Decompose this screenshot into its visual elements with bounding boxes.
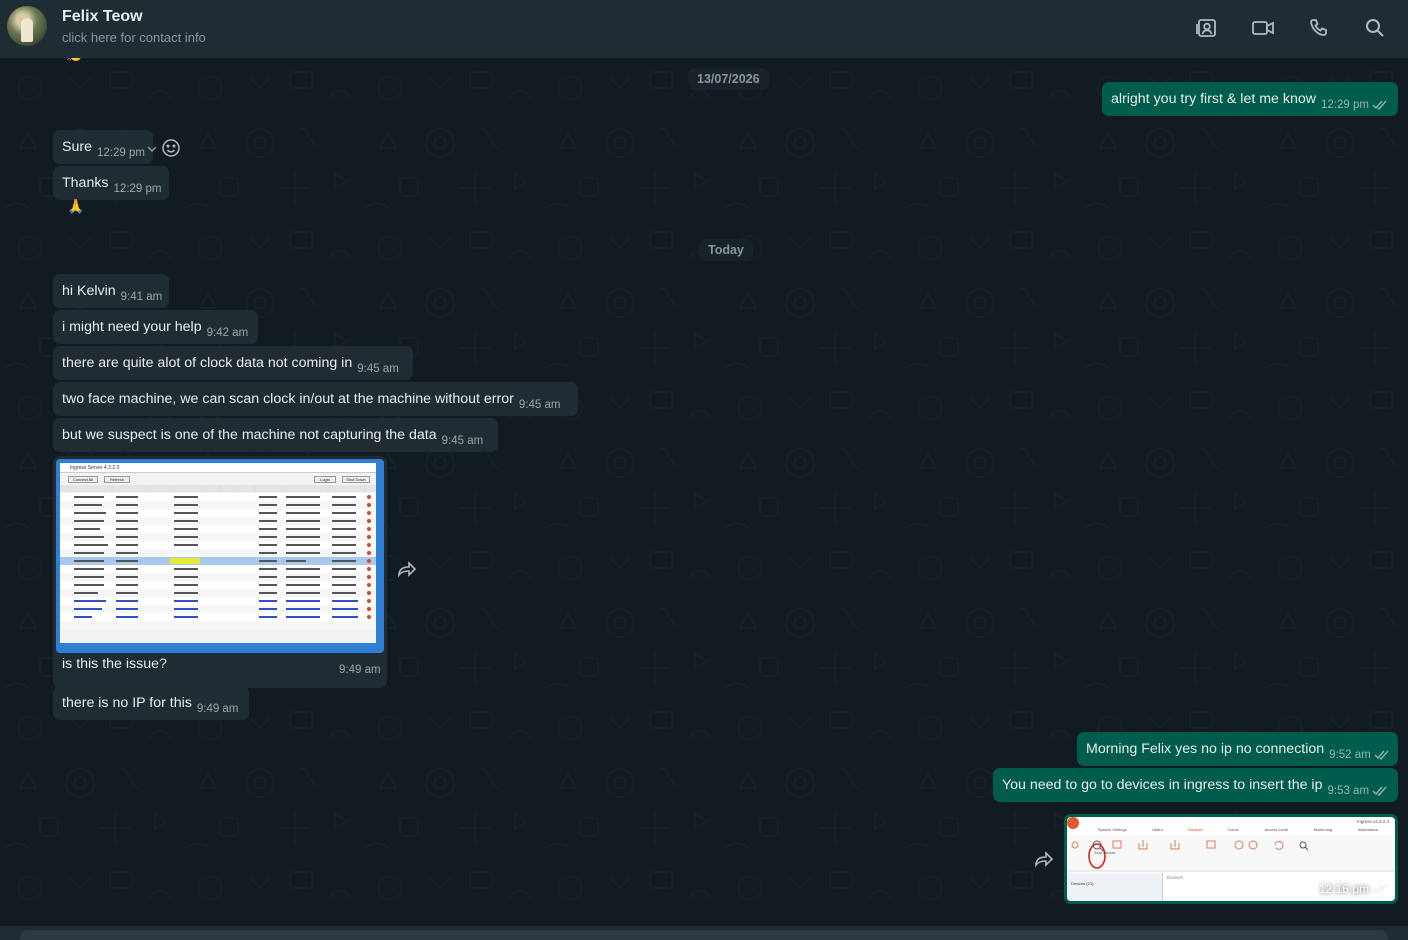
message-incoming[interactable]: hi Kelvin 9:41 am	[53, 274, 169, 308]
search-icon[interactable]	[1363, 16, 1387, 40]
message-time: 9:45 am	[357, 363, 399, 375]
message-outgoing[interactable]: alright you try first & let me know 12:2…	[1102, 82, 1398, 116]
ribbon-tab: Users	[1152, 827, 1163, 832]
message-text: i might need your help	[62, 319, 202, 335]
connect-all-button: Connect All	[68, 476, 98, 483]
device-tree: Devices (21)	[1067, 873, 1163, 901]
message-text: Morning Felix yes no ip no connection	[1086, 741, 1325, 757]
ribbon-tab: Doors	[1228, 827, 1239, 832]
time-label: 12:29 pm	[1321, 99, 1369, 111]
contact-name[interactable]: Felix Teow	[62, 8, 143, 26]
message-time: 12:16 pm	[1319, 882, 1388, 896]
phone-icon[interactable]	[1307, 16, 1331, 40]
window-title: Ingress v4.3.2.3	[1356, 819, 1389, 824]
time-label: 9:52 am	[1329, 749, 1371, 761]
date-divider: 13/07/2026	[688, 68, 769, 90]
contact-card-icon[interactable]	[1195, 16, 1219, 40]
message-incoming[interactable]: Thanks 12:29 pm	[53, 166, 169, 200]
chat-area[interactable]: 13/07/2026 Today 👏 alright you try first…	[0, 58, 1408, 926]
double-tick-icon	[1374, 750, 1389, 760]
message-text: You need to go to devices in ingress to …	[1002, 777, 1323, 793]
message-incoming[interactable]: but we suspect is one of the machine not…	[53, 418, 498, 452]
devices-panel-label: Devices	[1167, 875, 1184, 880]
contact-info-hint[interactable]: click here for contact info	[62, 30, 206, 45]
shutdown-button: Shut Down	[342, 476, 370, 483]
message-time: 9:49 am	[196, 703, 239, 715]
ribbon-tab: Access Level	[1264, 827, 1289, 832]
ribbon-toolbar	[1067, 835, 1395, 872]
time-label: 9:53 am	[1327, 785, 1370, 797]
double-tick-icon	[1372, 884, 1387, 894]
image-message-outgoing[interactable]: Ingress v4.3.2.3 System Settings Users D…	[1064, 814, 1398, 904]
message-outgoing[interactable]: Morning Felix yes no ip no connection 9:…	[1077, 732, 1398, 766]
forward-icon[interactable]	[394, 556, 420, 582]
message-incoming[interactable]: i might need your help 9:42 am	[53, 310, 258, 344]
device-table	[60, 485, 376, 629]
message-time: 9:45 am	[441, 435, 484, 447]
ribbon-tab: Monitoring	[1313, 827, 1333, 832]
message-text: Sure	[62, 139, 92, 155]
composer-bar[interactable]	[0, 926, 1408, 940]
message-outgoing[interactable]: You need to go to devices in ingress to …	[993, 768, 1398, 802]
message-text: there is no IP for this	[62, 695, 192, 711]
ribbon-tab: System Settings	[1097, 827, 1127, 832]
double-tick-icon	[1372, 786, 1387, 796]
forward-icon[interactable]	[1031, 846, 1057, 872]
attached-screenshot[interactable]: Ingress Server 4.3.2.3 Connect All Refre…	[56, 459, 384, 653]
message-text: hi Kelvin	[62, 283, 116, 299]
chat-header[interactable]: Felix Teow click here for contact info	[0, 0, 1408, 58]
message-time: 9:49 am	[339, 664, 381, 676]
double-tick-icon	[1372, 100, 1387, 110]
message-text: two face machine, we can scan clock in/o…	[62, 391, 514, 407]
reaction-emoji[interactable]: 🙏	[67, 198, 84, 215]
message-time: 9:41 am	[120, 291, 163, 303]
tree-item: Devices (21)	[1071, 881, 1094, 886]
video-call-icon[interactable]	[1251, 16, 1275, 40]
image-message-incoming[interactable]: Ingress Server 4.3.2.3 Connect All Refre…	[53, 456, 387, 688]
window-title: Ingress Server 4.3.2.3	[60, 463, 376, 473]
message-time: 12:29 pm	[113, 183, 162, 195]
scan-devices-label: Scan Devices	[1094, 851, 1116, 855]
chevron-down-icon[interactable]	[146, 145, 158, 153]
contact-avatar[interactable]	[7, 6, 47, 46]
message-time: 9:42 am	[206, 327, 249, 339]
app-logo	[1067, 817, 1079, 829]
refresh-button: Refresh	[104, 476, 130, 483]
image-caption: is this the issue?	[62, 656, 167, 672]
time-label: 12:16 pm	[1318, 882, 1369, 896]
ribbon-tab: Attendance	[1357, 827, 1379, 832]
reaction-emoji[interactable]: 👏	[66, 58, 83, 63]
message-time: 12:29 pm	[1321, 99, 1388, 111]
message-incoming[interactable]: there is no IP for this 9:49 am	[53, 686, 249, 720]
message-incoming[interactable]: Sure 12:29 pm	[53, 130, 153, 164]
message-text: there are quite alot of clock data not c…	[62, 355, 353, 371]
ribbon-tabs: System Settings Users Devices Doors Acce…	[1085, 827, 1391, 835]
message-incoming[interactable]: there are quite alot of clock data not c…	[53, 346, 413, 380]
ribbon-tab: Devices	[1188, 827, 1203, 832]
message-incoming[interactable]: two face machine, we can scan clock in/o…	[53, 382, 578, 416]
message-text: Thanks	[62, 175, 109, 191]
ingress-window: Ingress Server 4.3.2.3 Connect All Refre…	[60, 463, 376, 643]
login-button: Login	[314, 476, 336, 483]
message-text: alright you try first & let me know	[1111, 91, 1316, 107]
message-time: 12:29 pm	[96, 147, 145, 159]
message-text: but we suspect is one of the machine not…	[62, 427, 437, 443]
message-input[interactable]	[20, 930, 1388, 940]
message-time: 9:52 am	[1329, 749, 1390, 761]
date-divider: Today	[699, 239, 753, 261]
message-time: 9:53 am	[1327, 785, 1388, 797]
emoji-reaction-icon[interactable]	[161, 138, 181, 158]
message-time: 9:45 am	[518, 399, 561, 411]
